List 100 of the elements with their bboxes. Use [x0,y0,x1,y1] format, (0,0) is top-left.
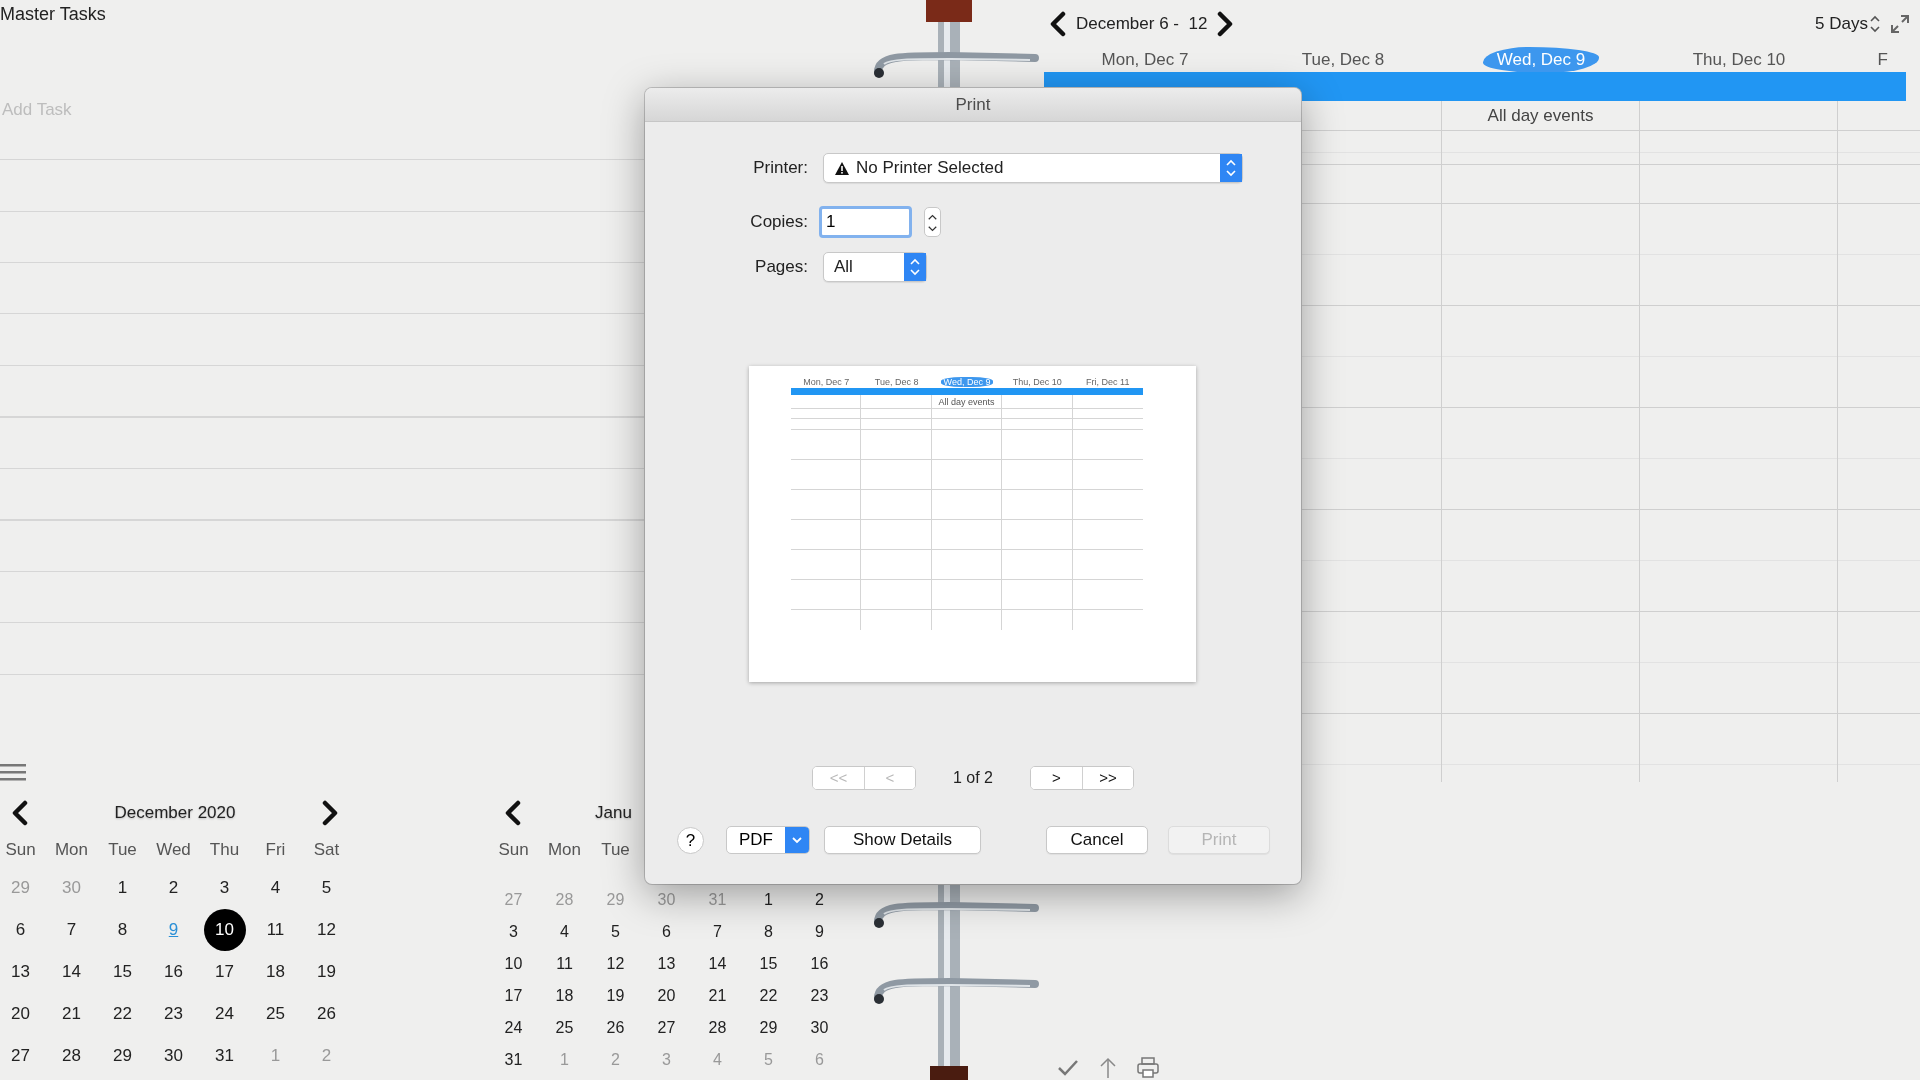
previous-month-icon[interactable] [503,800,523,826]
calendar-day[interactable]: 8 [753,917,784,947]
copies-stepper[interactable] [924,207,941,237]
calendar-day[interactable]: 30 [152,1035,195,1077]
chevron-down-icon [785,827,809,853]
calendar-day[interactable]: 5 [305,867,348,909]
calendar-day[interactable]: 23 [804,981,835,1011]
weekday-label: Wed [155,839,192,862]
month-title: December 2020 [114,802,236,825]
next-month-icon[interactable] [320,800,340,826]
calendar-day[interactable]: 12 [600,949,631,979]
calendar-day[interactable]: 15 [753,949,784,979]
day-header[interactable]: Tue, Dec 8 [1244,47,1442,73]
previous-month-icon[interactable] [10,800,30,826]
calendar-day[interactable]: 18 [549,981,580,1011]
calendar-day[interactable]: 1 [753,885,784,915]
calendar-day[interactable]: 15 [101,951,144,993]
calendar-day[interactable]: 19 [600,981,631,1011]
pages-label: Pages: [754,256,808,279]
dialog-button[interactable]: Show Details [824,826,981,854]
weekday-label: Thu [208,839,241,862]
calendar-day[interactable]: 21 [702,981,733,1011]
calendar-day[interactable]: 1 [101,867,144,909]
pdf-menu-button[interactable]: PDF [726,826,810,854]
calendar-day[interactable]: 21 [50,993,93,1035]
calendar-day[interactable]: 11 [549,949,580,979]
calendar-day[interactable]: 2 [804,885,835,915]
calendar-day[interactable]: 23 [152,993,195,1035]
calendar-day[interactable]: 10 [498,949,529,979]
day-header[interactable]: F [1838,47,1902,73]
calendar-day[interactable]: 3 [498,917,529,947]
help-button[interactable]: ? [677,826,704,854]
calendar-day[interactable]: 24 [498,1013,529,1043]
calendar-day[interactable]: 22 [101,993,144,1035]
page-indicator: 1 of 2 [952,768,994,788]
calendar-day[interactable]: 7 [702,917,733,947]
calendar-day[interactable]: 16 [804,949,835,979]
printer-select[interactable]: No Printer Selected [823,153,1243,183]
calendar-day[interactable]: 22 [753,981,784,1011]
calendar-day[interactable]: 25 [549,1013,580,1043]
printer-icon [1136,1056,1160,1078]
preview-day-header: Fri, Dec 11 [1085,376,1131,388]
calendar-day[interactable]: 11 [254,909,297,951]
calendar-day[interactable]: 27 [0,1035,42,1077]
calendar-day[interactable]: 10 [203,909,246,951]
calendar-day[interactable]: 13 [0,951,42,993]
calendar-day[interactable]: 29 [753,1013,784,1043]
calendar-day[interactable]: 4 [549,917,580,947]
calendar-day[interactable]: 19 [305,951,348,993]
calendar-day[interactable]: 28 [50,1035,93,1077]
calendar-day[interactable]: 28 [702,1013,733,1043]
calendar-day[interactable]: 25 [254,993,297,1035]
copies-label: Copies: [749,211,808,234]
page-nav-button[interactable]: >> [1082,767,1133,789]
weekday-label: Fri [264,839,287,862]
calendar-day[interactable]: 7 [50,909,93,951]
calendar-day[interactable]: 24 [203,993,246,1035]
calendar-day[interactable]: 13 [651,949,682,979]
weekday-label: Mon [546,839,583,862]
copies-field[interactable]: 1 [819,206,912,238]
calendar-day[interactable]: 31 [203,1035,246,1077]
calendar-day[interactable]: 2 [152,867,195,909]
view-mode-label: 5 Days [1815,13,1868,36]
calendar-day[interactable]: 26 [305,993,348,1035]
calendar-day[interactable]: 18 [254,951,297,993]
calendar-day[interactable]: 14 [702,949,733,979]
calendar-day[interactable]: 6 [651,917,682,947]
calendar-day[interactable]: 6 [0,909,42,951]
day-header[interactable]: Mon, Dec 7 [1046,47,1244,73]
expand-icon[interactable] [1890,14,1910,34]
calendar-day[interactable]: 30 [804,1013,835,1043]
print-button[interactable] [1136,1056,1160,1078]
previous-week-icon[interactable] [1048,11,1068,37]
calendar-day[interactable]: 4 [254,867,297,909]
day-header[interactable]: Thu, Dec 10 [1640,47,1838,73]
calendar-day[interactable]: 17 [498,981,529,1011]
weekday-label: Sat [312,839,341,862]
calendar-day[interactable]: 16 [152,951,195,993]
weekday-label: Sun [4,839,37,862]
calendar-day[interactable]: 14 [50,951,93,993]
calendar-day[interactable]: 17 [203,951,246,993]
page-title: Master Tasks [0,3,106,25]
preview-day-header: Thu, Dec 10 [1011,376,1063,388]
calendar-day[interactable]: 5 [600,917,631,947]
pages-select[interactable]: All [823,252,927,282]
preview-all-day-label: All day events [938,397,995,407]
calendar-day[interactable]: 8 [101,909,144,951]
calendar-day[interactable]: 9 [804,917,835,947]
calendar-day[interactable]: 3 [203,867,246,909]
calendar-day[interactable]: 29 [101,1035,144,1077]
calendar-day[interactable]: 31 [498,1045,529,1075]
dialog-button[interactable]: Cancel [1046,826,1148,854]
calendar-day[interactable]: 26 [600,1013,631,1043]
weekday-label: Mon [53,839,90,862]
date-range: December 6 - 12 [1076,13,1208,36]
calendar-day[interactable]: 27 [651,1013,682,1043]
calendar-day[interactable]: 12 [305,909,348,951]
calendar-day[interactable]: 20 [0,993,42,1035]
calendar-day[interactable]: 20 [651,981,682,1011]
menu-icon[interactable] [0,763,26,781]
